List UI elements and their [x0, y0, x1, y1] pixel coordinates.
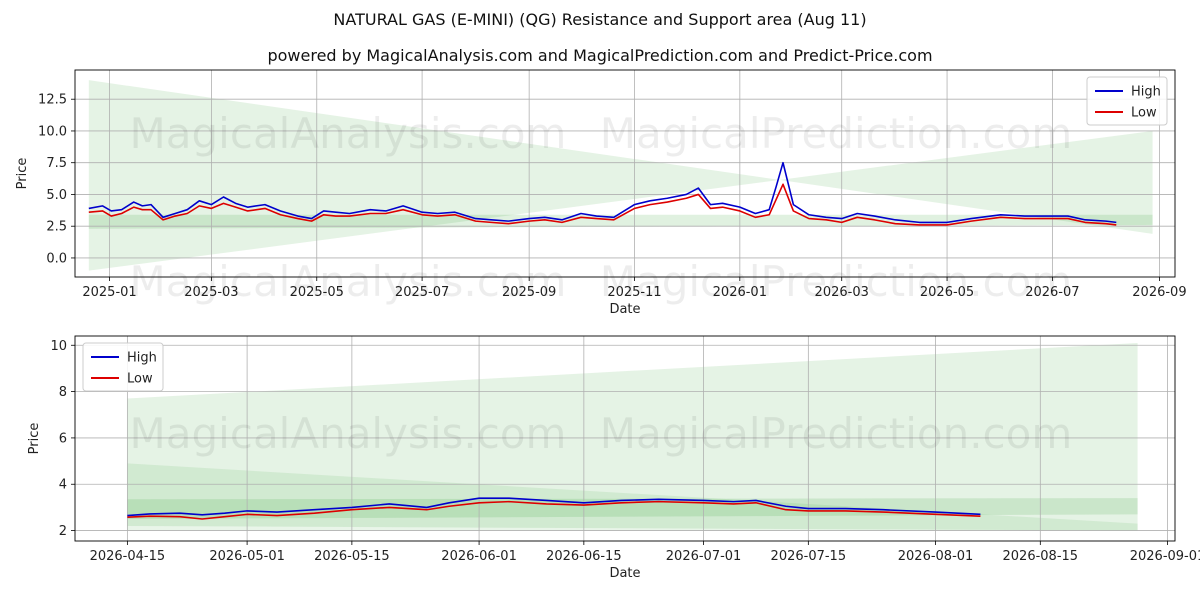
y-tick-label: 5.0: [46, 188, 67, 203]
plot-2: 2026-04-15 2026-05-01 2026-05-15 2026-06-01…: [27, 335, 1200, 581]
x-tick-label: 2026-05-01: [209, 549, 285, 564]
legend-label-low: Low: [1131, 106, 1157, 121]
legend: High Low: [82, 342, 164, 392]
legend-label-high: High: [127, 351, 157, 366]
x-tick-label: 2026-09: [1132, 285, 1186, 300]
x-tick-label: 2026-06-01: [441, 549, 517, 564]
chart-svg: 2025-01 2025-03 2025-05 2025-07 2025-09 2025-…: [15, 69, 1200, 581]
x-tick-label: 2026-07-01: [666, 549, 742, 564]
y-tick-label: 2.5: [46, 220, 67, 235]
watermark-text: MagicalAnalysis.com: [130, 257, 567, 306]
x-tick-label: 2025-01: [82, 285, 136, 300]
y-tick-label: 0.0: [46, 251, 67, 266]
y-tick-label: 7.5: [46, 156, 67, 171]
x-tick-label: 2026-04-15: [90, 549, 166, 564]
y-axis-label: Price: [27, 423, 42, 455]
x-tick-label: 2026-09-01: [1130, 549, 1200, 564]
y-tick-label: 8: [59, 385, 67, 400]
watermark-text: MagicalPrediction.com: [600, 109, 1073, 158]
x-tick-label: 2026-05-15: [314, 549, 390, 564]
plot-1: 2025-01 2025-03 2025-05 2025-07 2025-09 2025-…: [15, 69, 1187, 317]
y-tick-label: 4: [59, 478, 67, 493]
legend-label-low: Low: [127, 372, 153, 387]
y-tick-label: 2: [59, 524, 67, 539]
x-tick-label: 2026-06-15: [546, 549, 622, 564]
chart-canvas: NATURAL GAS (E-MINI) (QG) Resistance and…: [0, 0, 1200, 600]
x-axis-label: Date: [609, 302, 640, 317]
watermark-text: MagicalAnalysis.com: [130, 109, 567, 158]
y-tick-label: 10.0: [38, 124, 67, 139]
legend: High Low: [1086, 76, 1168, 126]
y-tick-label: 6: [59, 431, 67, 446]
x-tick-label: 2026-08-15: [1003, 549, 1079, 564]
watermark-text: MagicalPrediction.com: [600, 257, 1073, 306]
y-tick-label: 10: [50, 339, 67, 354]
x-axis-label: Date: [609, 566, 640, 581]
y-axis-label: Price: [15, 158, 30, 190]
x-tick-label: 2026-08-01: [898, 549, 974, 564]
watermark-text: MagicalPrediction.com: [600, 409, 1073, 458]
legend-label-high: High: [1131, 85, 1161, 100]
y-tick-label: 12.5: [38, 93, 67, 108]
watermark-text: MagicalAnalysis.com: [130, 409, 567, 458]
x-tick-label: 2026-07-15: [771, 549, 847, 564]
